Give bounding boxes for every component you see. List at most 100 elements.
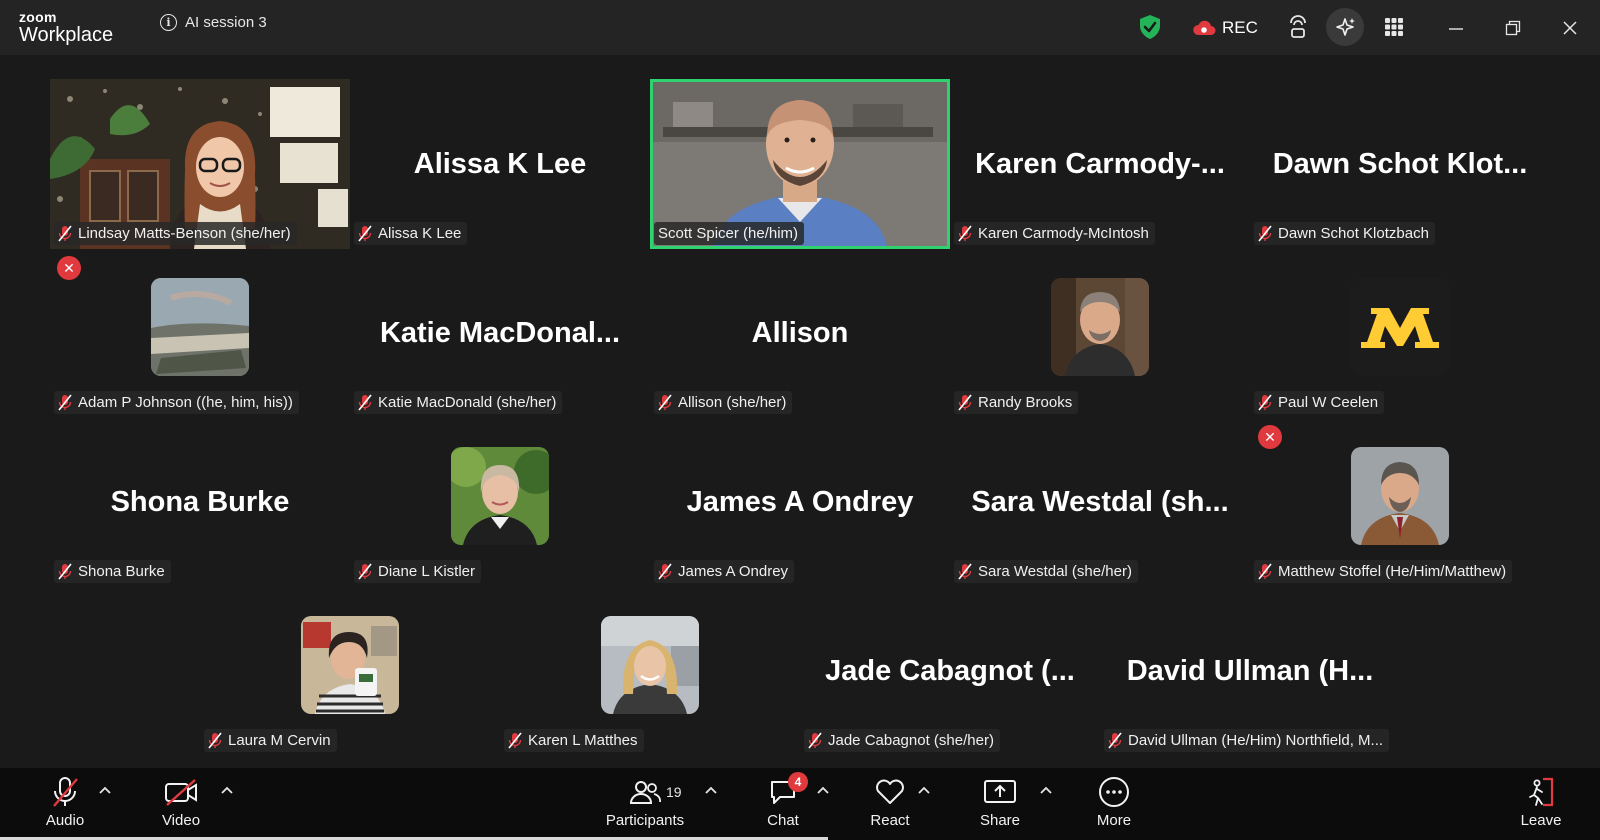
participant-name-label: Jade Cabagnot (she/her) [804,729,1000,752]
participant-tile[interactable]: Shona Burke Shona Burke [50,417,350,587]
companion-hand-icon[interactable] [1282,11,1314,43]
recording-indicator[interactable]: REC [1192,0,1258,55]
participant-tile[interactable]: Katie MacDonal... Katie MacDonald (she/h… [350,248,650,418]
participant-name: Karen L Matthes [528,732,638,749]
more-label: More [1096,812,1132,829]
participant-name: Matthew Stoffel (He/Him/Matthew) [1278,563,1507,580]
brand-workplace: Workplace [19,24,114,46]
mic-muted-icon [658,563,672,580]
participant-tile[interactable]: Allison Allison (she/her) [650,248,950,418]
chat-button[interactable]: 4 Chat [758,772,808,829]
react-options-caret-icon[interactable] [916,783,932,799]
mic-muted-icon [50,774,80,810]
participant-tile[interactable]: Alissa K Lee Alissa K Lee [350,79,650,249]
security-shield-icon[interactable] [1138,14,1162,45]
participant-tile[interactable]: Matthew Stoffel (He/Him/Matthew) [1250,417,1550,587]
share-options-caret-icon[interactable] [1038,783,1054,799]
participant-name-label: James A Ondrey [654,560,795,583]
participant-name-label: Paul W Ceelen [1254,391,1385,414]
react-button[interactable]: React [862,774,918,829]
participant-name-label: Karen Carmody-McIntosh [954,222,1155,245]
participant-name: Sara Westdal (she/her) [978,563,1132,580]
ai-companion-icon[interactable] [1326,8,1364,46]
mic-muted-icon [58,563,72,580]
leave-button[interactable]: Leave [1516,774,1566,829]
zoom-workplace-logo: zoom Workplace [19,10,113,45]
meeting-controls-toolbar: Audio Video Participants 19 4 Chat React… [0,768,1600,840]
share-screen-icon [983,774,1017,810]
participant-name: Diane L Kistler [378,563,475,580]
participant-name-label: Adam P Johnson ((he, him, his)) [54,391,299,414]
chat-icon: 4 [768,772,808,810]
participant-name-label: Shona Burke [54,560,171,583]
apps-grid-icon[interactable] [1378,11,1410,43]
participant-name: Karen Carmody-McIntosh [978,225,1149,242]
participant-tile[interactable]: Randy Brooks [950,248,1250,418]
video-options-caret-icon[interactable] [219,783,235,799]
participant-name: Katie MacDonald (she/her) [378,394,557,411]
participant-name-label: Scott Spicer (he/him) [654,222,805,245]
participant-tile[interactable]: Karen L Matthes [500,586,800,756]
audio-options-caret-icon[interactable] [97,783,113,799]
chat-options-caret-icon[interactable] [815,783,831,799]
title-bar: zoom Workplace i AI session 3 REC [0,0,1600,55]
participant-avatar [151,278,249,376]
participant-name: Randy Brooks [978,394,1073,411]
session-title: AI session 3 [185,14,267,31]
participant-name-label: Matthew Stoffel (He/Him/Matthew) [1254,560,1513,583]
mic-muted-icon [358,563,372,580]
participant-tile[interactable]: Dawn Schot Klot... Dawn Schot Klotzbach [1250,79,1550,249]
participant-avatar [601,616,699,714]
share-label: Share [979,812,1021,829]
participant-name: Allison (she/her) [678,394,787,411]
video-off-icon [164,774,198,810]
participant-avatar [301,616,399,714]
participant-tile[interactable]: Diane L Kistler [350,417,650,587]
info-icon[interactable]: i [160,14,177,31]
leave-door-icon [1525,774,1557,810]
participant-tile[interactable]: David Ullman (H... David Ullman (He/Him)… [1100,586,1400,756]
minimize-icon[interactable] [1442,14,1470,42]
participant-avatar [1051,278,1149,376]
participant-tile[interactable]: Laura M Cervin [200,586,500,756]
heart-icon [874,774,906,810]
cloud-record-icon [1193,20,1216,35]
participant-name-label: David Ullman (He/Him) Northfield, M... [1104,729,1390,752]
participants-options-caret-icon[interactable] [703,783,719,799]
restore-icon[interactable] [1499,14,1527,42]
video-button[interactable]: Video [156,774,206,829]
audio-button[interactable]: Audio [40,774,90,829]
participant-tile[interactable]: Sara Westdal (sh... Sara Westdal (she/he… [950,417,1250,587]
participant-tile[interactable]: Lindsay Matts-Benson (she/her) [50,79,350,249]
close-icon[interactable] [1556,14,1584,42]
participant-tile[interactable]: Paul W Ceelen [1250,248,1550,418]
participants-button[interactable]: Participants [600,774,690,829]
participant-avatar [1351,447,1449,545]
session-info[interactable]: i AI session 3 [160,14,267,31]
participant-tile[interactable]: Adam P Johnson ((he, him, his)) [50,248,350,418]
participant-tile[interactable]: Jade Cabagnot (... Jade Cabagnot (she/he… [800,586,1100,756]
mic-muted-icon [508,732,522,749]
participant-tile[interactable]: James A Ondrey James A Ondrey [650,417,950,587]
participant-name-label: Sara Westdal (she/her) [954,560,1138,583]
audio-label: Audio [45,812,85,829]
chat-unread-badge: 4 [788,772,808,792]
mic-muted-icon [958,563,972,580]
chat-label: Chat [767,812,799,829]
gallery-view: Lindsay Matts-Benson (she/her) Alissa K … [0,55,1600,768]
university-m-logo-icon [1351,278,1449,376]
participant-name: David Ullman (He/Him) Northfield, M... [1128,732,1384,749]
participant-name-label: Diane L Kistler [354,560,481,583]
participant-name-label: Karen L Matthes [504,729,644,752]
participant-avatar [451,447,549,545]
share-button[interactable]: Share [974,774,1026,829]
participant-name-label: Lindsay Matts-Benson (she/her) [54,222,297,245]
participant-name: Scott Spicer (he/him) [658,225,799,242]
mic-muted-icon [58,225,72,242]
participant-tile-active-speaker[interactable]: Scott Spicer (he/him) [650,79,950,249]
mic-muted-icon [808,732,822,749]
mic-muted-icon [958,225,972,242]
more-button[interactable]: More [1088,774,1140,829]
mic-muted-icon [1108,732,1122,749]
participant-tile[interactable]: Karen Carmody-... Karen Carmody-McIntosh [950,79,1250,249]
